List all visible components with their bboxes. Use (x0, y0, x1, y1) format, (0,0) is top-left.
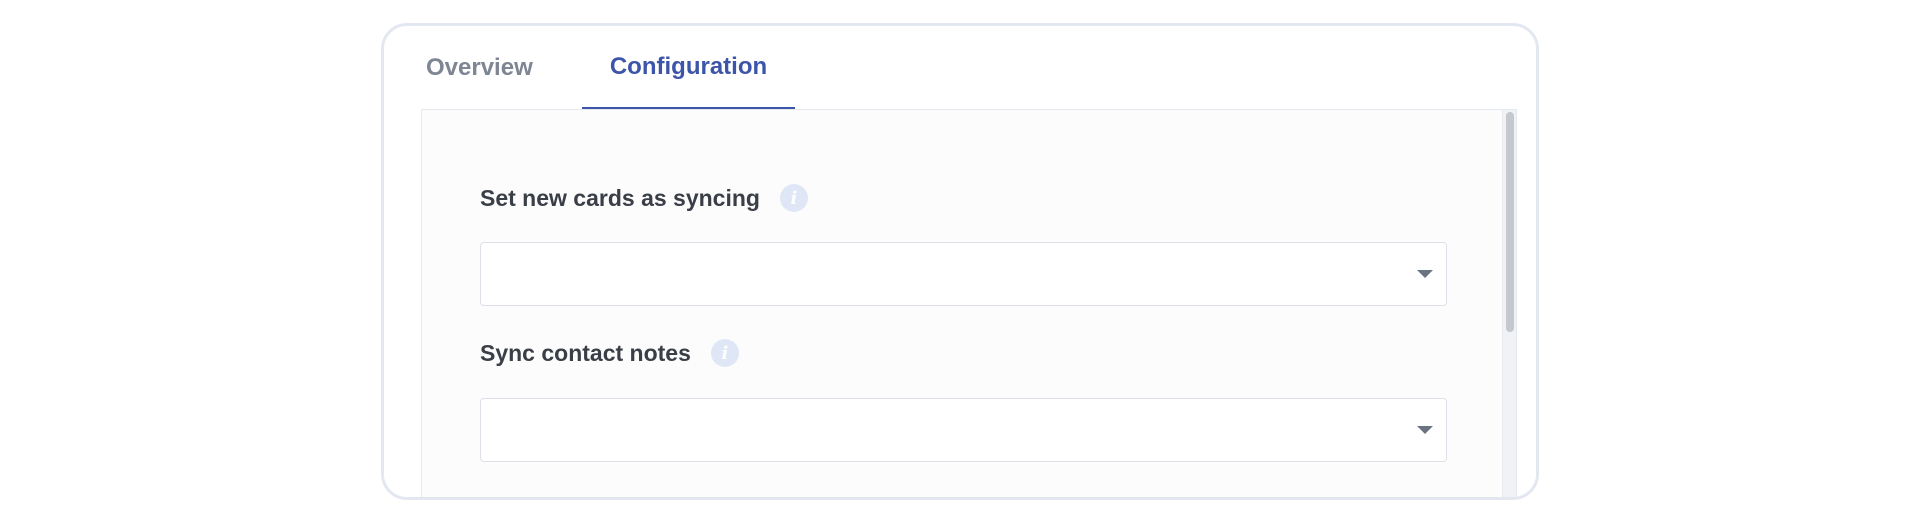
tab-bar: Overview Configuration (384, 26, 1536, 109)
field-label-text: Sync contact notes (480, 339, 691, 366)
chevron-down-icon (1417, 270, 1433, 278)
tab-overview[interactable]: Overview (406, 26, 566, 109)
set-new-cards-syncing-select[interactable] (480, 242, 1447, 306)
field-label-text: Set new cards as syncing (480, 184, 760, 211)
scrollbar-thumb[interactable] (1506, 112, 1514, 332)
tab-configuration-label: Configuration (609, 52, 768, 80)
configuration-card: Overview Configuration Set new cards as … (381, 23, 1539, 500)
tab-overview-label: Overview (426, 53, 533, 81)
sync-contact-notes-label: Sync contact notes i (480, 339, 739, 367)
chevron-down-icon (1417, 426, 1433, 434)
info-icon[interactable]: i (779, 184, 808, 212)
configuration-panel: Set new cards as syncing i Sync contact … (421, 109, 1517, 497)
sync-contact-notes-select[interactable] (480, 398, 1447, 462)
tab-configuration[interactable]: Configuration (582, 26, 795, 109)
scrollbar[interactable] (1502, 110, 1516, 497)
info-icon[interactable]: i (710, 339, 739, 367)
set-new-cards-syncing-label: Set new cards as syncing i (480, 184, 808, 212)
